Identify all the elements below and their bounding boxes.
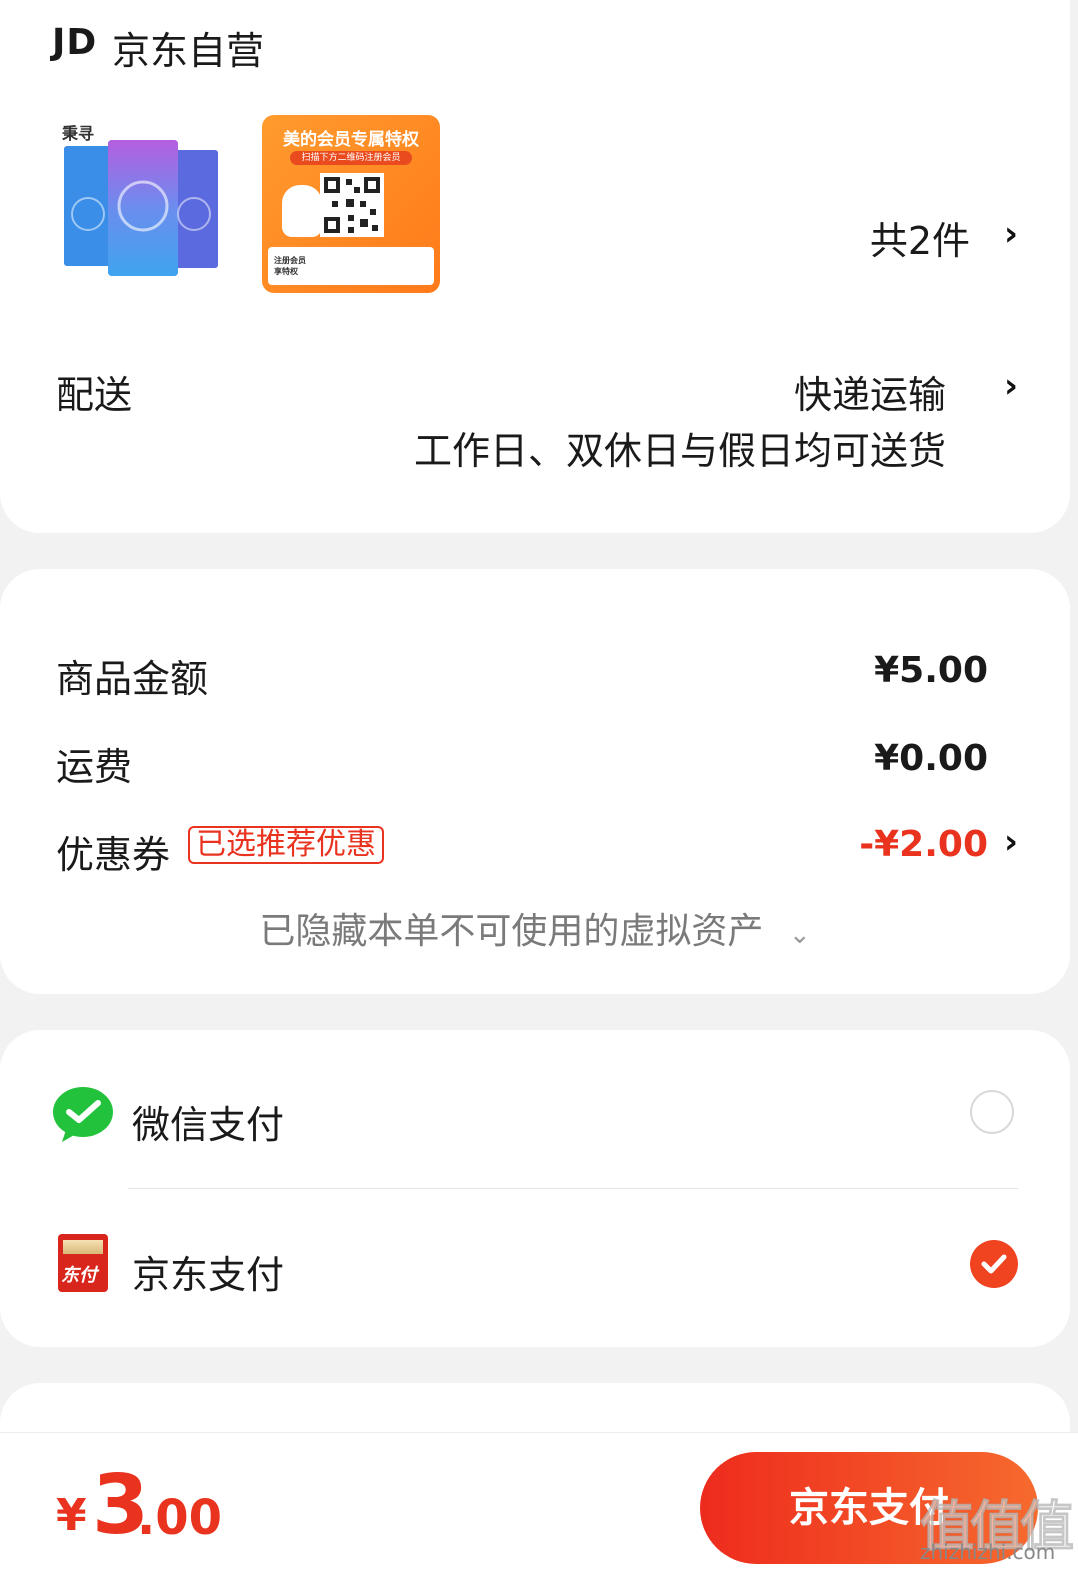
hidden-assets-toggle[interactable]: 已隐藏本单不可使用的虚拟资产 ⌄ bbox=[0, 902, 1070, 954]
promo-title: 美的会员专属特权 bbox=[283, 130, 419, 150]
thumbnail-brand: 秉寻 bbox=[62, 124, 95, 143]
hidden-assets-text: 已隐藏本单不可使用的虚拟资产 bbox=[259, 911, 764, 952]
jd-pay-icon-text: 东付 bbox=[61, 1265, 97, 1286]
chevron-right-icon[interactable]: › bbox=[1004, 822, 1018, 862]
jd-pay-icon: 东付 bbox=[58, 1234, 108, 1292]
item-count[interactable]: 共2件 bbox=[870, 210, 970, 265]
delivery-method[interactable]: 快递运输 bbox=[794, 364, 946, 419]
divider bbox=[128, 1188, 1018, 1189]
wechat-pay-label[interactable]: 微信支付 bbox=[132, 1094, 284, 1149]
chevron-right-icon[interactable]: › bbox=[1004, 366, 1018, 406]
shop-name: 京东自营 bbox=[112, 29, 265, 73]
promo-footer: 注册会员 享特权 bbox=[268, 247, 434, 285]
chevron-right-icon[interactable]: › bbox=[1004, 214, 1018, 254]
check-icon bbox=[981, 1254, 1007, 1274]
delivery-note: 工作日、双休日与假日均可送货 bbox=[413, 429, 946, 473]
promo-mascot bbox=[282, 185, 322, 237]
total-currency: ¥ bbox=[56, 1490, 87, 1541]
shipping-label: 运费 bbox=[56, 745, 133, 789]
watermark-url: zhizhizhi.com bbox=[920, 1540, 1056, 1564]
wechat-pay-radio[interactable] bbox=[970, 1090, 1014, 1134]
qr-code-icon bbox=[320, 173, 384, 237]
goods-amount-value: ¥5.00 bbox=[874, 650, 988, 691]
product-thumbnail-2[interactable]: 美的会员专属特权 扫描下方二维码注册会员 注册会员 享特权 bbox=[262, 115, 440, 293]
chevron-down-icon: ⌄ bbox=[788, 920, 811, 950]
jd-pay-radio[interactable] bbox=[970, 1240, 1018, 1288]
jd-logo: JD bbox=[52, 22, 98, 63]
goods-amount-label: 商品金额 bbox=[56, 657, 209, 701]
total-amount-decimal: .00 bbox=[137, 1490, 223, 1546]
wechat-pay-icon bbox=[52, 1086, 114, 1142]
promo-subtitle: 扫描下方二维码注册会员 bbox=[290, 151, 412, 165]
delivery-label: 配送 bbox=[56, 373, 133, 417]
promo-footer-label: 注册会员 享特权 bbox=[274, 256, 306, 276]
jd-pay-label[interactable]: 京东支付 bbox=[132, 1244, 284, 1299]
coupon-label: 优惠券 bbox=[56, 833, 171, 877]
coupon-value[interactable]: -¥2.00 bbox=[859, 824, 988, 865]
coupon-status-badge: 已选推荐优惠 bbox=[188, 826, 384, 864]
shipping-value: ¥0.00 bbox=[874, 738, 988, 779]
product-thumbnail-1[interactable]: 秉寻 bbox=[56, 118, 224, 276]
